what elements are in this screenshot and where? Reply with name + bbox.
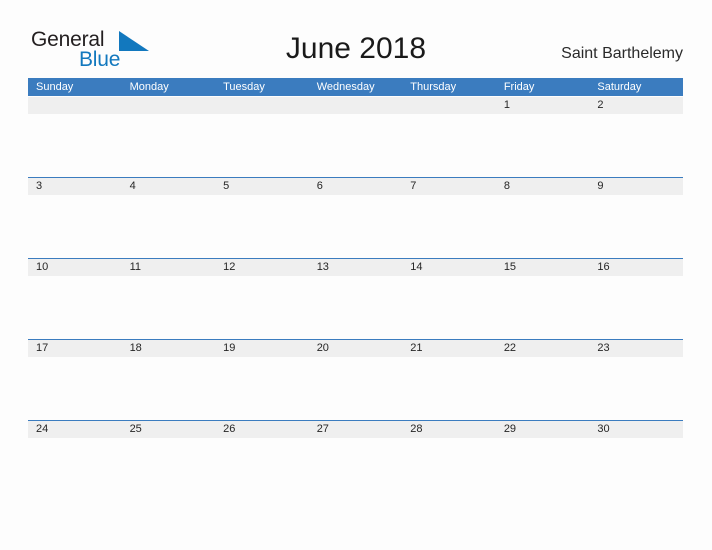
- day-cell[interactable]: [496, 357, 590, 420]
- week-date-band: 17 18 19 20 21 22 23: [28, 340, 683, 357]
- page-header: General Blue June 2018 Saint Barthelemy: [0, 0, 712, 78]
- day-number[interactable]: 4: [122, 178, 216, 195]
- day-number[interactable]: [28, 97, 122, 114]
- calendar-week-row: 24 25 26 27 28 29 30: [28, 420, 683, 501]
- day-number[interactable]: 8: [496, 178, 590, 195]
- day-cell[interactable]: [122, 114, 216, 177]
- weekday-header-row: Sunday Monday Tuesday Wednesday Thursday…: [28, 78, 683, 96]
- day-cell[interactable]: [309, 114, 403, 177]
- week-date-band: 3 4 5 6 7 8 9: [28, 178, 683, 195]
- calendar-week-row: 17 18 19 20 21 22 23: [28, 339, 683, 420]
- day-cell[interactable]: [309, 195, 403, 258]
- day-cell[interactable]: [215, 195, 309, 258]
- day-number[interactable]: 1: [496, 97, 590, 114]
- day-cell[interactable]: [589, 195, 683, 258]
- day-cell[interactable]: [215, 276, 309, 339]
- weekday-header-tuesday: Tuesday: [223, 81, 265, 93]
- day-cell[interactable]: [215, 438, 309, 501]
- day-cell[interactable]: [402, 357, 496, 420]
- day-number[interactable]: 7: [402, 178, 496, 195]
- day-number[interactable]: 24: [28, 421, 122, 438]
- day-cell[interactable]: [309, 438, 403, 501]
- day-number[interactable]: 27: [309, 421, 403, 438]
- day-cell[interactable]: [496, 195, 590, 258]
- location-label: Saint Barthelemy: [561, 45, 683, 62]
- day-number[interactable]: 3: [28, 178, 122, 195]
- weekday-header-sunday: Sunday: [36, 81, 74, 93]
- day-number[interactable]: 30: [589, 421, 683, 438]
- day-number[interactable]: 26: [215, 421, 309, 438]
- day-cell[interactable]: [28, 195, 122, 258]
- day-cell[interactable]: [496, 276, 590, 339]
- day-cell[interactable]: [28, 114, 122, 177]
- day-cell[interactable]: [402, 114, 496, 177]
- day-cell[interactable]: [402, 195, 496, 258]
- day-cell[interactable]: [122, 438, 216, 501]
- day-number[interactable]: 15: [496, 259, 590, 276]
- day-number[interactable]: [122, 97, 216, 114]
- day-cell[interactable]: [215, 357, 309, 420]
- weekday-header-saturday: Saturday: [597, 81, 642, 93]
- week-note-area: [28, 276, 683, 339]
- week-note-area: [28, 195, 683, 258]
- week-date-band: 1 2: [28, 97, 683, 114]
- day-cell[interactable]: [309, 357, 403, 420]
- calendar-week-row: 1 2: [28, 96, 683, 177]
- day-number[interactable]: 2: [589, 97, 683, 114]
- weekday-header-wednesday: Wednesday: [316, 81, 375, 93]
- day-number[interactable]: 16: [589, 259, 683, 276]
- day-number[interactable]: 23: [589, 340, 683, 357]
- day-number[interactable]: [215, 97, 309, 114]
- day-number[interactable]: 10: [28, 259, 122, 276]
- day-cell[interactable]: [496, 114, 590, 177]
- week-note-area: [28, 438, 683, 501]
- day-number[interactable]: 11: [122, 259, 216, 276]
- day-cell[interactable]: [589, 114, 683, 177]
- day-number[interactable]: 29: [496, 421, 590, 438]
- day-cell[interactable]: [589, 438, 683, 501]
- week-note-area: [28, 357, 683, 420]
- day-cell[interactable]: [402, 438, 496, 501]
- day-number[interactable]: 21: [402, 340, 496, 357]
- weekday-header-thursday: Thursday: [410, 81, 457, 93]
- calendar-grid: Sunday Monday Tuesday Wednesday Thursday…: [28, 78, 683, 501]
- day-cell[interactable]: [589, 276, 683, 339]
- day-cell[interactable]: [28, 438, 122, 501]
- day-number[interactable]: 20: [309, 340, 403, 357]
- day-number[interactable]: 5: [215, 178, 309, 195]
- day-number[interactable]: 17: [28, 340, 122, 357]
- day-number[interactable]: 28: [402, 421, 496, 438]
- weekday-header-friday: Friday: [503, 81, 535, 93]
- day-number[interactable]: 13: [309, 259, 403, 276]
- calendar-week-row: 3 4 5 6 7 8 9: [28, 177, 683, 258]
- calendar-week-row: 10 11 12 13 14 15 16: [28, 258, 683, 339]
- day-cell[interactable]: [122, 195, 216, 258]
- day-cell[interactable]: [402, 276, 496, 339]
- day-number[interactable]: 18: [122, 340, 216, 357]
- day-cell[interactable]: [28, 276, 122, 339]
- day-cell[interactable]: [215, 114, 309, 177]
- day-number[interactable]: 25: [122, 421, 216, 438]
- day-number[interactable]: 19: [215, 340, 309, 357]
- day-cell[interactable]: [496, 438, 590, 501]
- day-cell[interactable]: [589, 357, 683, 420]
- day-cell[interactable]: [309, 276, 403, 339]
- day-cell[interactable]: [122, 276, 216, 339]
- day-cell[interactable]: [122, 357, 216, 420]
- day-number[interactable]: 14: [402, 259, 496, 276]
- day-number[interactable]: [402, 97, 496, 114]
- day-number[interactable]: 9: [589, 178, 683, 195]
- day-number[interactable]: 22: [496, 340, 590, 357]
- day-number[interactable]: 12: [215, 259, 309, 276]
- day-number[interactable]: 6: [309, 178, 403, 195]
- weekday-header-monday: Monday: [129, 81, 169, 93]
- day-number[interactable]: [309, 97, 403, 114]
- week-date-band: 10 11 12 13 14 15 16: [28, 259, 683, 276]
- week-note-area: [28, 114, 683, 177]
- day-cell[interactable]: [28, 357, 122, 420]
- week-date-band: 24 25 26 27 28 29 30: [28, 421, 683, 438]
